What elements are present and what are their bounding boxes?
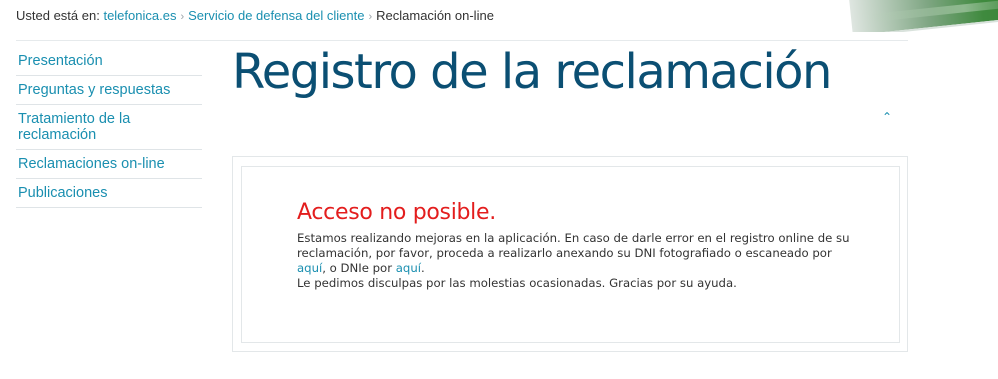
- scroll-up-icon[interactable]: ⌃: [882, 111, 892, 123]
- notice-box: Acceso no posible. Estamos realizando me…: [297, 200, 857, 291]
- sidebar-item-tratamiento[interactable]: Tratamiento de la reclamación: [16, 105, 202, 150]
- sidebar-item-publicaciones[interactable]: Publicaciones: [16, 179, 202, 208]
- top-divider: [16, 40, 908, 41]
- breadcrumb-prefix: Usted está en:: [16, 8, 100, 23]
- breadcrumb-link-telefonica[interactable]: telefonica.es: [103, 8, 176, 23]
- dnie-link[interactable]: aquí: [396, 261, 421, 275]
- header-grass-image: [848, 0, 998, 32]
- sidebar-item-preguntas[interactable]: Preguntas y respuestas: [16, 76, 202, 105]
- breadcrumb-separator-icon: ›: [180, 11, 185, 23]
- breadcrumb-link-defensa-cliente[interactable]: Servicio de defensa del cliente: [188, 8, 364, 23]
- notice-text-part: Estamos realizando mejoras en la aplicac…: [297, 231, 850, 260]
- sidebar-nav: Presentación Preguntas y respuestas Trat…: [16, 47, 202, 208]
- sidebar-item-reclamaciones-online[interactable]: Reclamaciones on-line: [16, 150, 202, 179]
- notice-message: Estamos realizando mejoras en la aplicac…: [297, 231, 857, 276]
- notice-text-part: , o DNIe por: [322, 261, 396, 275]
- sidebar-item-presentacion[interactable]: Presentación: [16, 47, 202, 76]
- notice-text-part: .: [420, 261, 425, 275]
- page-title: Registro de la reclamación: [232, 44, 832, 100]
- notice-apology: Le pedimos disculpas por las molestias o…: [297, 276, 737, 290]
- breadcrumb-current: Reclamación on-line: [376, 8, 494, 23]
- dni-photo-link[interactable]: aquí: [297, 261, 322, 275]
- notice-heading: Acceso no posible.: [297, 200, 496, 225]
- breadcrumb: Usted está en: telefonica.es › Servicio de…: [16, 8, 494, 23]
- breadcrumb-separator-icon: ›: [368, 11, 373, 23]
